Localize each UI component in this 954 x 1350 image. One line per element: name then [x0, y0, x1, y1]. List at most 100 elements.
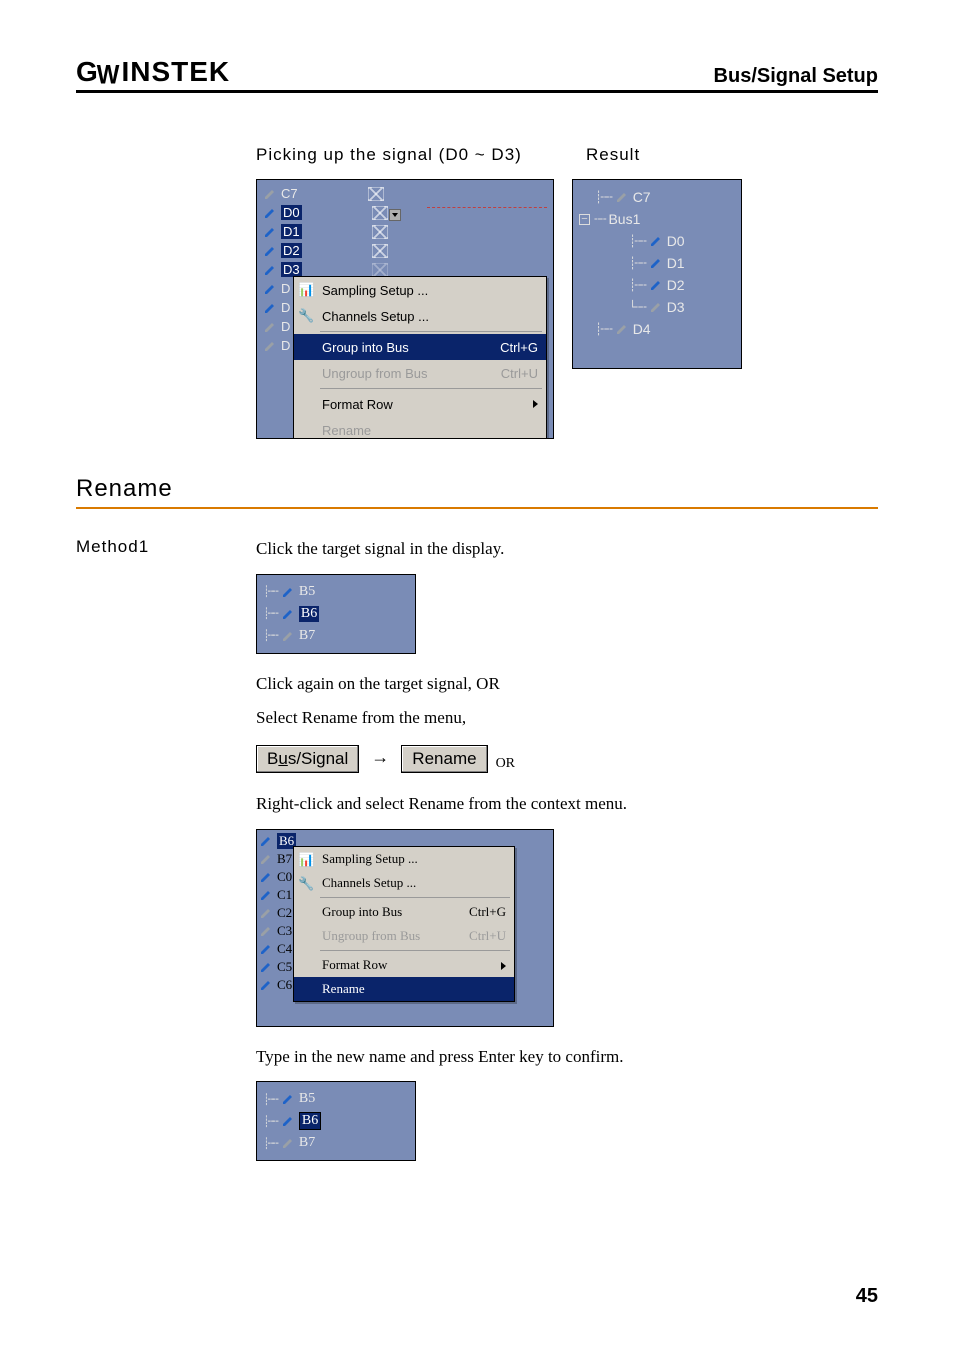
section-title-header: Bus/Signal Setup	[714, 65, 878, 88]
pencil-icon	[259, 924, 273, 938]
pencil-icon	[263, 187, 277, 201]
menu-item-rename[interactable]: Rename	[294, 977, 514, 1001]
caption-right: Result	[586, 145, 640, 165]
step-text: Select Rename from the menu,	[256, 706, 878, 731]
signal-label: B7	[299, 628, 315, 644]
signal-label-selected: D0	[281, 205, 302, 220]
pencil-icon	[649, 256, 663, 270]
signal-label: B5	[299, 584, 315, 600]
menu-path-row: Bus/Signal → Rename OR	[256, 745, 878, 774]
pencil-icon	[281, 607, 295, 621]
menu-item-format-row[interactable]: Format Row	[294, 391, 546, 417]
menu-button-rename[interactable]: Rename	[401, 745, 487, 773]
tree-bus-node: Bus1	[608, 211, 640, 227]
menu-item-label: Channels Setup ...	[322, 875, 416, 891]
signal-label: D	[281, 281, 290, 296]
menu-shortcut: Ctrl+G	[500, 340, 538, 355]
logo-text-g: G	[76, 56, 97, 88]
menu-shortcut: Ctrl+U	[469, 928, 506, 944]
pencil-icon	[259, 870, 273, 884]
caption-left: Picking up the signal (D0 ~ D3)	[256, 145, 586, 165]
menu-item-label: Rename	[322, 981, 365, 997]
signal-label-selected: D3	[281, 262, 302, 277]
menu-button-bus-signal[interactable]: Bus/Signal	[256, 745, 359, 773]
menu-item-label: Group into Bus	[322, 340, 409, 355]
menu-item-sampling-setup[interactable]: 📊 Sampling Setup ...	[294, 277, 546, 303]
signal-label: C2	[277, 905, 292, 921]
signal-label: C6	[277, 977, 292, 993]
tree-collapse-icon[interactable]: −	[579, 214, 590, 225]
signal-label: D	[281, 300, 290, 315]
signal-label: C5	[277, 959, 292, 975]
pencil-icon	[259, 834, 273, 848]
pencil-icon	[259, 942, 273, 956]
step-text: Click again on the target signal, OR	[256, 672, 878, 697]
pencil-icon	[281, 629, 295, 643]
context-menu: 📊 Sampling Setup ... 🔧 Channels Setup ..…	[293, 276, 547, 439]
signal-label-selected: D1	[281, 224, 302, 239]
pencil-icon	[281, 585, 295, 599]
pencil-icon	[263, 282, 277, 296]
channels-icon: 🔧	[298, 308, 314, 324]
pencil-icon	[259, 888, 273, 902]
menu-item-group-into-bus[interactable]: Group into Bus Ctrl+G	[294, 900, 514, 924]
pencil-icon	[649, 278, 663, 292]
pencil-icon	[259, 960, 273, 974]
section-heading: Rename	[76, 475, 878, 503]
signal-label: C0	[277, 869, 292, 885]
pencil-icon	[263, 339, 277, 353]
screenshot-picking-signals: C7 D0 D1 D2 D3 D D D D 📊 Samp	[256, 179, 554, 439]
pencil-icon	[281, 1136, 295, 1150]
menu-item-label: Group into Bus	[322, 904, 402, 920]
page-number: 45	[856, 1285, 878, 1308]
menu-item-format-row[interactable]: Format Row	[294, 953, 514, 977]
context-menu: 📊 Sampling Setup ... 🔧 Channels Setup ..…	[293, 846, 515, 1002]
section-rule	[76, 507, 878, 509]
menu-item-label: Channels Setup ...	[322, 309, 429, 324]
arrow-icon: →	[371, 747, 389, 767]
menu-item-ungroup-from-bus: Ungroup from Bus Ctrl+U	[294, 924, 514, 948]
dropdown-icon	[389, 209, 401, 221]
pencil-icon	[259, 852, 273, 866]
screenshot-context-rename: B6 B7 C0 C1 C2 C3 C4 C5 C6 📊 Sampling Se…	[256, 829, 554, 1027]
menu-item-label: Ungroup from Bus	[322, 928, 420, 944]
tree-node: D3	[667, 299, 685, 315]
signal-label: D	[281, 319, 290, 334]
menu-item-group-into-bus[interactable]: Group into Bus Ctrl+G	[294, 334, 546, 360]
pencil-icon	[649, 300, 663, 314]
or-label: OR	[496, 756, 515, 771]
signal-label: C1	[277, 887, 292, 903]
pencil-icon	[263, 206, 277, 220]
pencil-icon	[281, 1092, 295, 1106]
signal-label: C4	[277, 941, 292, 957]
tree-node: D4	[633, 321, 651, 337]
pencil-icon	[263, 263, 277, 277]
pencil-icon	[615, 322, 629, 336]
menu-item-channels-setup[interactable]: 🔧 Channels Setup ...	[294, 871, 514, 895]
pencil-icon	[259, 906, 273, 920]
signal-label: C3	[277, 923, 292, 939]
menu-item-rename: Rename	[294, 417, 546, 439]
step-text: Click the target signal in the display.	[256, 537, 878, 562]
signal-label: B7	[299, 1135, 315, 1151]
figure-caption-row: Picking up the signal (D0 ~ D3) Result	[256, 145, 878, 165]
pencil-icon	[615, 190, 629, 204]
tree-node: D0	[667, 233, 685, 249]
signal-label-editing[interactable]: B6	[299, 1112, 321, 1130]
signal-label: B7	[277, 851, 292, 867]
screenshot-result-tree: ┊╌╌C7 −╌╌Bus1 ┊╌╌D0 ┊╌╌D1 ┊╌╌D2 └╌╌D3 ┊╌…	[572, 179, 742, 369]
signal-label-selected: B6	[299, 606, 319, 622]
menu-shortcut: Ctrl+U	[501, 366, 538, 381]
logo-text-instek: INSTEK	[121, 56, 230, 88]
brand-logo: GWINSTEK	[76, 56, 230, 88]
logo-text-w: W	[97, 61, 120, 92]
signal-label: B5	[299, 1091, 315, 1107]
signal-label: D	[281, 338, 290, 353]
screenshot-signal-select: ┊╌╌B5 ┊╌╌B6 ┊╌╌B7	[256, 574, 416, 654]
tree-node: D1	[667, 255, 685, 271]
menu-item-channels-setup[interactable]: 🔧 Channels Setup ...	[294, 303, 546, 329]
menu-item-label: Format Row	[322, 397, 393, 412]
pencil-icon	[263, 320, 277, 334]
menu-item-sampling-setup[interactable]: 📊 Sampling Setup ...	[294, 847, 514, 871]
method-label: Method1	[76, 537, 256, 1179]
